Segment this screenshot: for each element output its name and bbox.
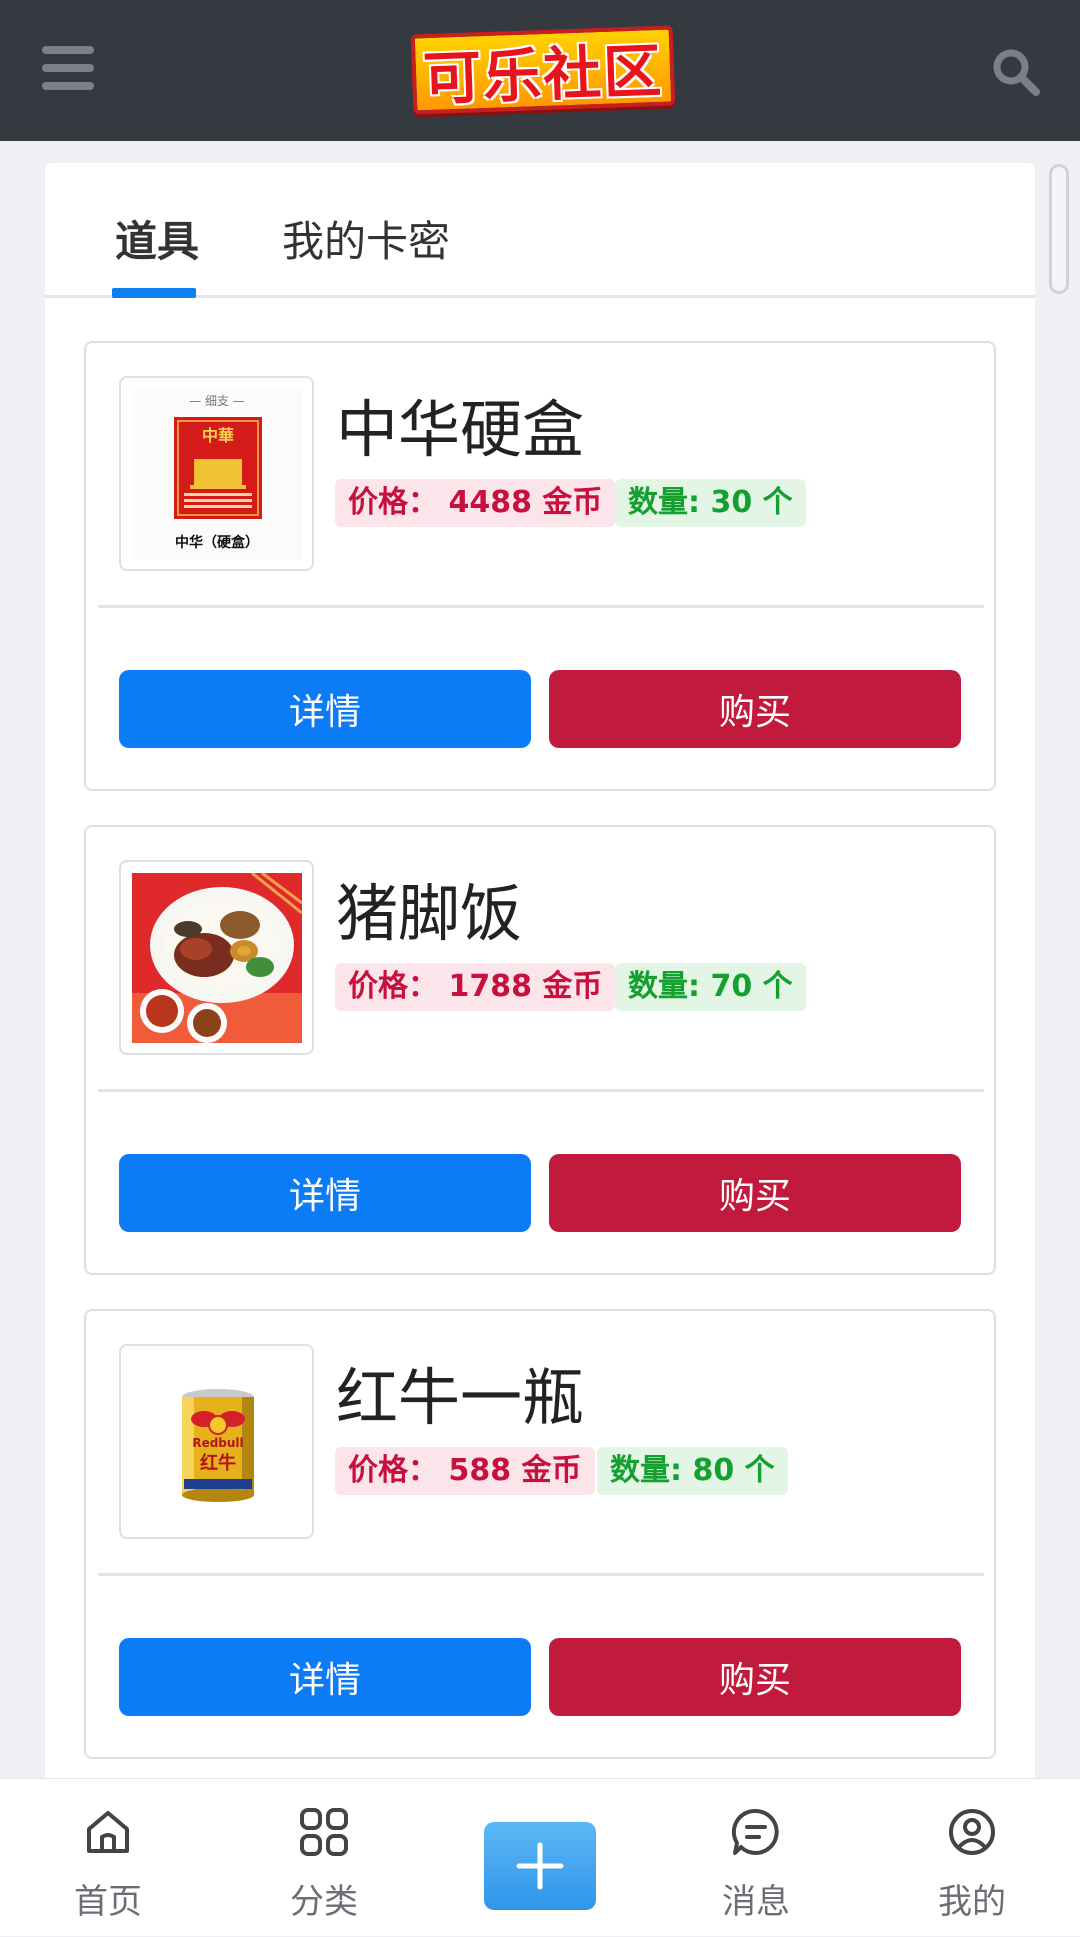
top-bar: 可乐社区 <box>0 0 1080 141</box>
image-can-text: 红牛 <box>200 1452 236 1474</box>
user-icon <box>949 1809 995 1855</box>
shop-panel: 道具 我的卡密 — 细支 — 中華 中华（硬盒） 中华硬盒 价格： 4488 金… <box>45 163 1035 1783</box>
image-brand-text: 中華 <box>201 426 233 445</box>
item-image-zhonghua: — 细支 — 中華 中华（硬盒） <box>119 376 314 571</box>
bottom-nav: 首页 分类 消息 我的 <box>0 1778 1080 1936</box>
logo-text: 可乐社区 <box>422 36 665 114</box>
site-logo[interactable]: 可乐社区 <box>410 25 676 115</box>
nav-label: 首页 <box>74 1882 142 1922</box>
plus-icon <box>516 1842 564 1890</box>
tab-props[interactable]: 道具 <box>115 208 199 269</box>
nav-add-button[interactable] <box>484 1822 596 1910</box>
tab-bar: 道具 我的卡密 <box>45 163 1035 298</box>
message-icon <box>731 1808 779 1855</box>
item-name: 红牛一瓶 <box>336 1361 585 1434</box>
nav-messages[interactable]: 消息 <box>676 1779 836 1937</box>
divider <box>98 605 984 608</box>
active-tab-indicator <box>112 288 196 298</box>
detail-button[interactable]: 详情 <box>119 1154 531 1232</box>
price-badge: 价格： 4488 金币 <box>335 479 616 527</box>
scrollbar-thumb[interactable] <box>1049 164 1069 294</box>
item-card: — 细支 — 中華 中华（硬盒） 中华硬盒 价格： 4488 金币 数量: 30… <box>84 341 996 791</box>
nav-label: 我的 <box>938 1882 1006 1922</box>
item-name: 猪脚饭 <box>336 877 523 950</box>
divider <box>98 1089 984 1092</box>
item-card: Redbull 红牛 红牛一瓶 价格： 588 金币 数量: 80 个 详情 购… <box>84 1309 996 1759</box>
grid-icon <box>300 1808 348 1856</box>
image-caption: 中华（硬盒） <box>175 534 259 551</box>
item-image-red-bull: Redbull 红牛 <box>119 1344 314 1539</box>
nav-label: 分类 <box>290 1882 358 1922</box>
nav-home[interactable]: 首页 <box>28 1779 188 1937</box>
image-top-text: — 细支 — <box>189 394 245 408</box>
nav-category[interactable]: 分类 <box>244 1779 404 1937</box>
image-brand-text: Redbull <box>192 1436 243 1450</box>
stock-badge: 数量: 80 个 <box>597 1447 788 1495</box>
buy-button[interactable]: 购买 <box>549 670 961 748</box>
nav-profile[interactable]: 我的 <box>892 1779 1052 1937</box>
nav-label: 消息 <box>722 1882 790 1922</box>
stock-badge: 数量: 30 个 <box>615 479 806 527</box>
item-card: 猪脚饭 价格： 1788 金币 数量: 70 个 详情 购买 <box>84 825 996 1275</box>
buy-button[interactable]: 购买 <box>549 1638 961 1716</box>
stock-badge: 数量: 70 个 <box>615 963 806 1011</box>
detail-button[interactable]: 详情 <box>119 1638 531 1716</box>
price-badge: 价格： 588 金币 <box>335 1447 595 1495</box>
price-badge: 价格： 1788 金币 <box>335 963 616 1011</box>
item-image-pork-rice <box>119 860 314 1055</box>
search-icon[interactable] <box>990 46 1042 98</box>
divider <box>98 1573 984 1576</box>
item-name: 中华硬盒 <box>336 393 585 466</box>
buy-button[interactable]: 购买 <box>549 1154 961 1232</box>
hamburger-menu-icon[interactable] <box>42 46 94 90</box>
home-icon <box>87 1811 129 1853</box>
detail-button[interactable]: 详情 <box>119 670 531 748</box>
tab-my-cards[interactable]: 我的卡密 <box>282 208 450 269</box>
